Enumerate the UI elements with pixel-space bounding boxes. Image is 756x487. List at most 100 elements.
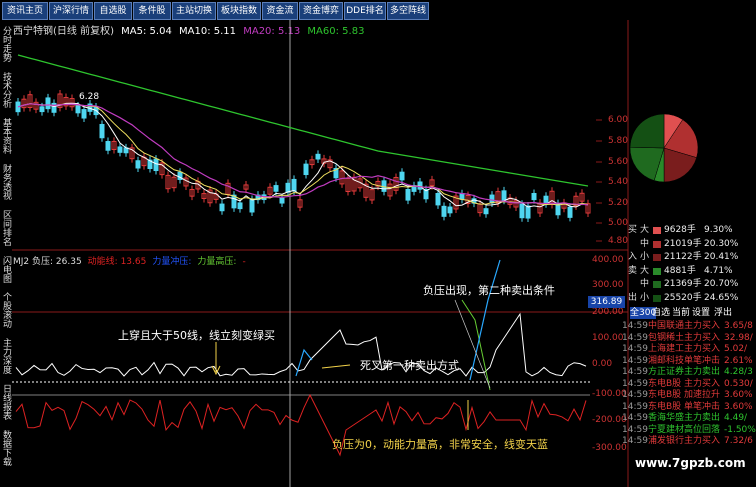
tick-row[interactable]: 14:59 湘邮科技 单笔冲击 2.61% xyxy=(622,356,756,367)
tick-stock: 浦发银行 xyxy=(648,436,685,446)
tick-row[interactable]: 14:59 浦发银行 主力买入 7.32/6 xyxy=(622,436,756,447)
order-flow-row: 卖大 4881手 4.71% xyxy=(628,265,756,278)
ma60-line xyxy=(17,54,589,187)
candlestick xyxy=(519,203,525,219)
candlestick xyxy=(273,185,279,192)
order-flow-percent: 24.65% xyxy=(704,292,739,303)
candlestick xyxy=(75,105,81,114)
order-flow-side: 买 xyxy=(628,225,638,235)
order-flow-volume: 25520手 xyxy=(664,292,702,303)
tick-action: 主力买入 xyxy=(684,436,721,446)
indicator-legend-item: - xyxy=(242,257,246,267)
order-flow-row: 入小 21122手 20.41% xyxy=(628,251,756,264)
tick-stock: 包钢稀土 xyxy=(648,332,685,343)
candlestick xyxy=(567,206,573,218)
tick-row[interactable]: 14:59 包钢稀土 主力买入 32.98/ xyxy=(622,333,756,344)
candlestick xyxy=(531,192,537,201)
order-flow-swatch xyxy=(653,240,661,248)
order-flow-size: 大 xyxy=(640,265,650,276)
tick-row[interactable]: 14:59 东电B股 加速拉升 3.60% xyxy=(622,390,756,401)
tick-time: 14:59 xyxy=(622,413,648,423)
order-flow-volume: 21019手 xyxy=(664,238,702,249)
candlestick xyxy=(81,109,87,119)
order-flow-swatch xyxy=(653,254,661,261)
order-flow-percent: 20.30% xyxy=(704,238,739,249)
annotation-buy: 上穿且大于50线，线立刻变绿买 xyxy=(118,329,275,342)
indicator-axis-label: 200.00 xyxy=(592,307,624,317)
tick-action: 主力卖出 xyxy=(684,413,721,423)
tick-action: 主力买入 xyxy=(684,344,721,354)
order-flow-size: 中 xyxy=(640,279,650,289)
tick-stock: 宁夏建材 xyxy=(648,424,685,435)
order-flow-swatch xyxy=(653,227,661,234)
tick-row[interactable]: 14:59 东电B股 单笔冲击 3.60% xyxy=(622,402,756,413)
order-flow-row: 买大 9628手 9.30% xyxy=(628,224,756,237)
order-flow-side: 入 xyxy=(628,252,638,262)
candlestick xyxy=(489,194,495,204)
tick-action: 单笔冲击 xyxy=(684,355,721,366)
indicator-legend-item: MJ2 负压: 26.35 xyxy=(13,257,82,267)
tick-tab[interactable]: 浮出 xyxy=(714,307,732,319)
tick-time: 14:59 xyxy=(622,390,648,400)
indicator-legend-item: 力量高压: xyxy=(197,257,237,267)
tick-action: 主力买入 xyxy=(684,378,721,389)
tick-time: 14:59 xyxy=(622,436,648,446)
candlestick xyxy=(135,160,141,169)
tick-row[interactable]: 14:59 上海建工 主力买入 5.02/ xyxy=(622,344,756,355)
tick-action: 加速拉升 xyxy=(684,390,721,400)
candlestick xyxy=(543,195,549,205)
order-flow-percent: 9.30% xyxy=(704,225,733,235)
order-flow-volume: 21122手 xyxy=(664,252,702,262)
candlestick xyxy=(291,178,297,192)
annotation-safe: 负压为0，动能力量高，非常安全，线变天蓝 xyxy=(332,438,548,451)
tick-action: 高位回落 xyxy=(684,424,721,435)
order-flow-volume: 9628手 xyxy=(664,225,696,235)
indicator-axis-label: 100.00 xyxy=(592,333,624,343)
tick-stock: 香海华盛 xyxy=(648,413,685,423)
tick-value: 2.61% xyxy=(724,355,753,366)
order-flow-pie xyxy=(629,113,699,183)
negative-pressure-line xyxy=(15,312,587,377)
order-flow-size: 小 xyxy=(640,292,650,303)
order-flow-side: 出 xyxy=(628,292,638,303)
tick-tab[interactable]: 设置 xyxy=(692,307,710,319)
candlestick xyxy=(45,97,51,110)
candlestick xyxy=(237,202,243,210)
indicator-legend-item: 力量冲压: xyxy=(152,257,192,267)
price-high-marker: 6.28 xyxy=(79,92,100,102)
candlestick xyxy=(501,190,507,201)
indicator-axis-label: 300.00 xyxy=(592,280,624,290)
tick-value: 3.60% xyxy=(724,390,753,400)
candlestick xyxy=(417,181,423,190)
candlestick xyxy=(483,208,489,215)
tick-time: 14:59 xyxy=(622,332,648,343)
candlestick xyxy=(441,205,447,217)
tick-row[interactable]: 14:59 方正证券 主力卖出 4.28/3 xyxy=(622,367,756,378)
candlestick xyxy=(435,192,441,206)
order-flow-row: 中 21019手 20.30% xyxy=(628,238,756,251)
tick-row[interactable]: 14:59 香海华盛 主力卖出 4.49/ xyxy=(622,413,756,424)
annotation-sell-1: 死叉第一种卖出方式 xyxy=(360,359,459,372)
candlestick xyxy=(285,182,291,193)
tick-row[interactable]: 14:59 东电B股 主力买入 0.530/ xyxy=(622,379,756,390)
order-flow-size: 中 xyxy=(640,238,650,249)
order-flow-percent: 20.41% xyxy=(704,252,739,262)
candlestick xyxy=(459,193,465,200)
tick-tab[interactable]: 自选 xyxy=(652,307,670,319)
tick-value: 5.02/ xyxy=(724,344,748,354)
order-flow-row: 中 21369手 20.70% xyxy=(628,278,756,291)
tick-stock: 湘邮科技 xyxy=(648,355,685,366)
tick-stock: 东电B股 xyxy=(648,401,682,412)
tick-action: 主力买入 xyxy=(684,321,721,331)
tick-row[interactable]: 14:59 中国联通 主力买入 3.65/8 xyxy=(622,321,756,332)
candlesticks xyxy=(15,90,591,223)
candlestick xyxy=(219,203,225,212)
order-flow-size: 大 xyxy=(640,225,650,235)
order-flow-volume: 21369手 xyxy=(664,279,702,289)
tick-value: 0.530/ xyxy=(724,378,753,389)
tick-time: 14:59 xyxy=(622,355,648,366)
tick-row[interactable]: 14:59 宁夏建材 高位回落 -1.50% xyxy=(622,425,756,436)
tick-stock: 上海建工 xyxy=(648,344,685,354)
candlestick xyxy=(99,123,105,139)
tick-tab[interactable]: 当前 xyxy=(672,307,690,319)
